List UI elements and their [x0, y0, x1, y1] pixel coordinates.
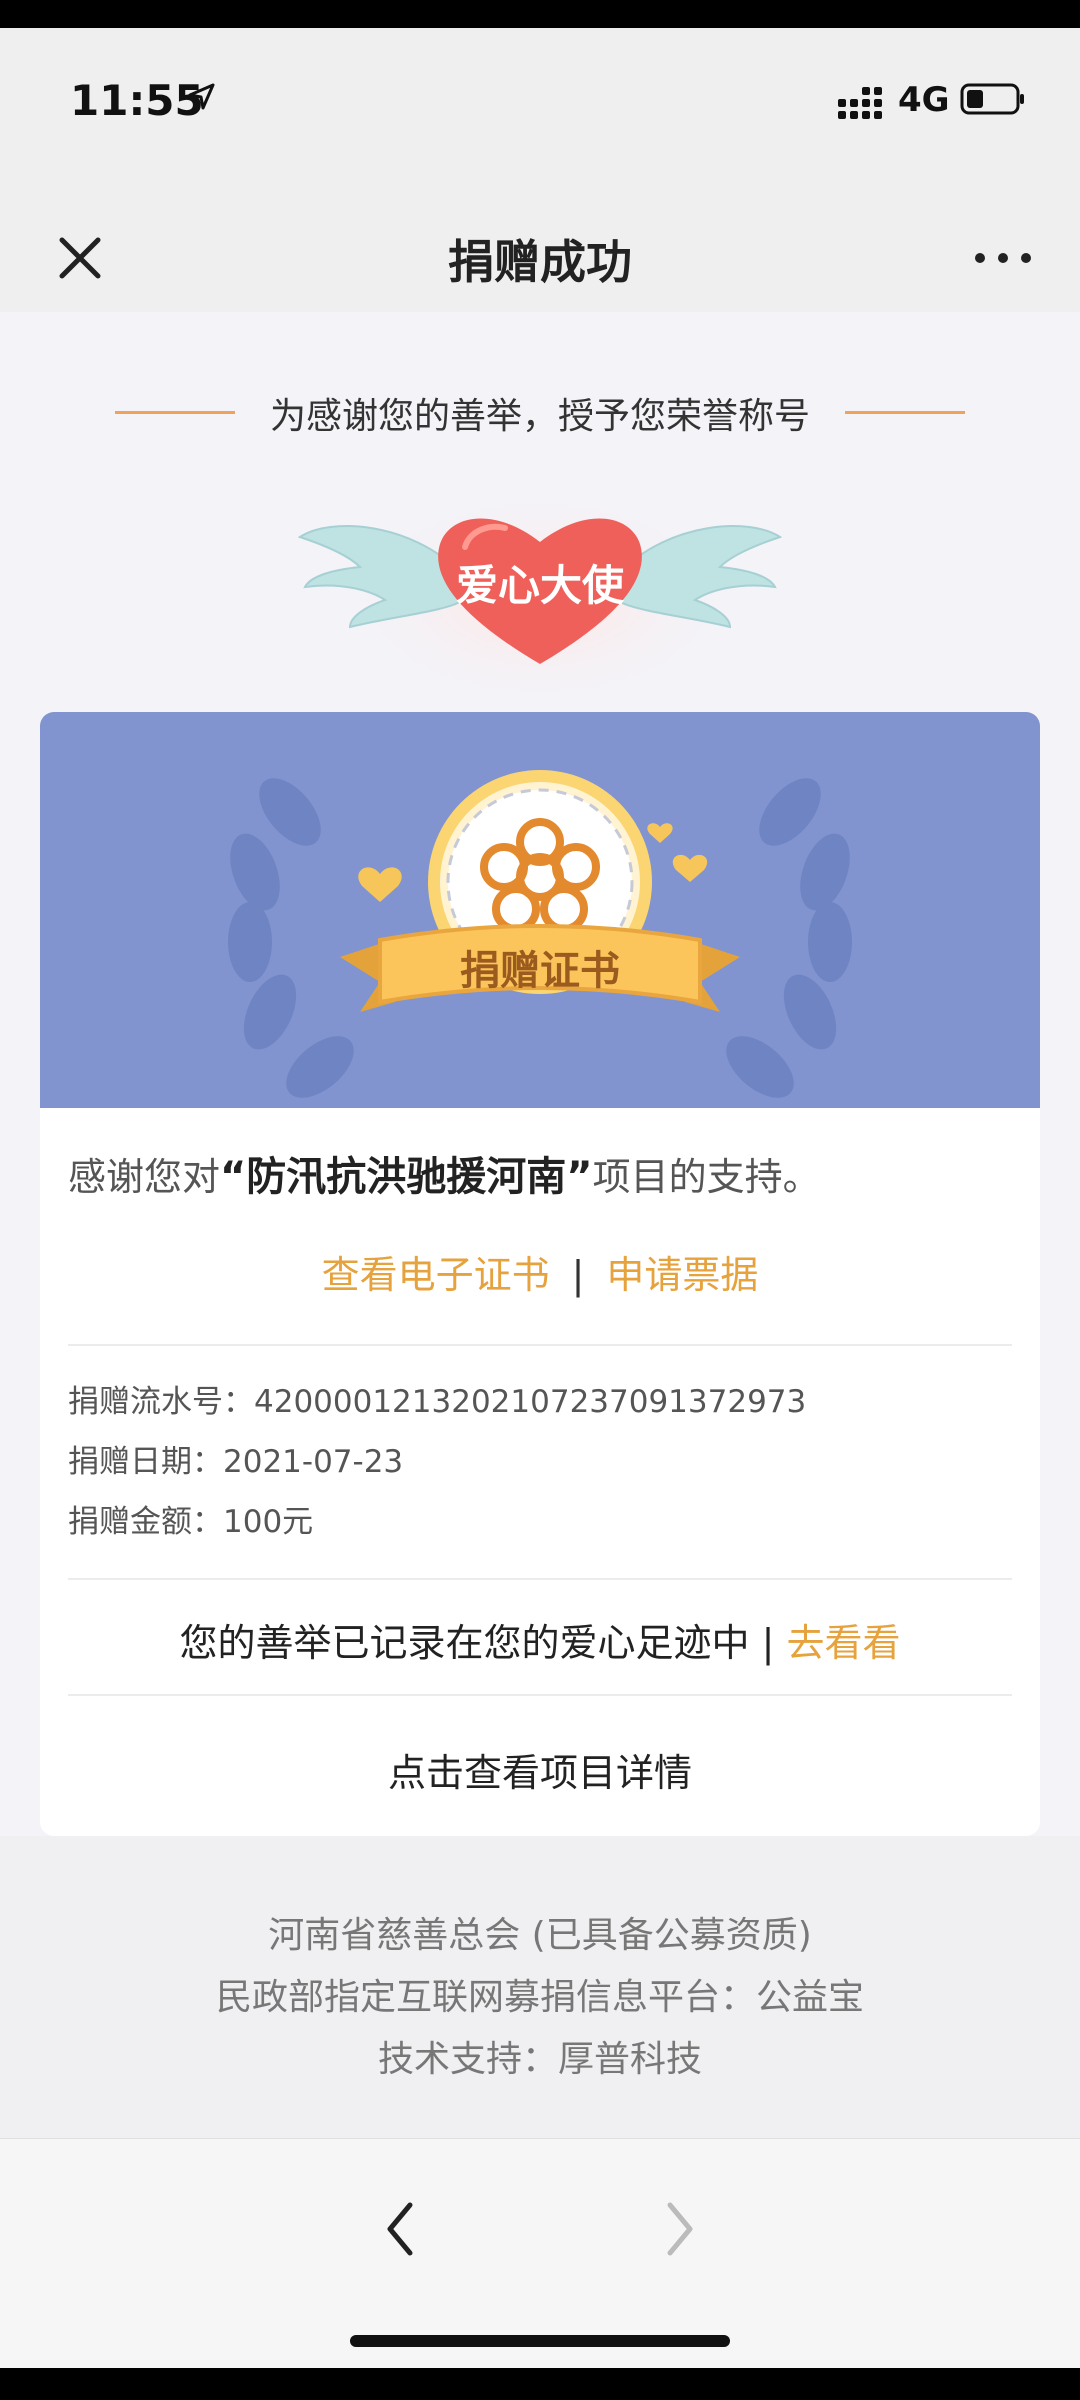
status-time: 11:55	[70, 76, 204, 125]
certificate-ribbon-text: 捐赠证书	[460, 948, 620, 994]
love-ambassador-badge: 爱心大使	[297, 477, 783, 697]
home-indicator	[350, 2335, 730, 2347]
browser-toolbar	[0, 2138, 1080, 2368]
battery-icon	[960, 83, 1024, 115]
donation-card: 捐赠证书 感谢您对“防汛抗洪驰援河南”项目的支持。 查看电子证书 | 申请票据 捐赠…	[40, 712, 1040, 1836]
content-area: 为感谢您的善举，授予您荣誉称号 爱心大使 捐赠证书 感谢您对“防汛抗洪驰援河南”…	[0, 312, 1080, 1836]
signal-icon	[838, 87, 882, 119]
amount-row: 捐赠金额：100元	[68, 1496, 313, 1541]
apply-receipt-link[interactable]: 申请票据	[606, 1253, 758, 1297]
footer-platform: 民政部指定互联网募捐信息平台：公益宝	[215, 1977, 864, 2018]
footer: 河南省慈善总会 (已具备公募资质) 民政部指定互联网募捐信息平台：公益宝 技术支…	[0, 1836, 1080, 2166]
project-name: “防汛抗洪驰援河南”	[220, 1154, 593, 1200]
footprint-separator: |	[761, 1621, 775, 1665]
thanks-suffix: 项目的支持。	[592, 1155, 821, 1199]
thanks-prefix: 感谢您对	[68, 1155, 221, 1199]
footer-tech-support: 技术支持：厚普科技	[377, 2039, 702, 2080]
right-divider	[845, 411, 965, 414]
date-value: 2021-07-23	[223, 1444, 404, 1480]
back-arrow-icon[interactable]	[380, 2199, 420, 2259]
screen: 11:55 4G 捐赠成功 为感谢您的善举，授予您荣誉称号 爱心大使 捐赠证书 …	[0, 28, 1080, 2368]
certificate-banner[interactable]: 捐赠证书	[40, 712, 1040, 1108]
thanks-message: 感谢您对“防汛抗洪驰援河南”项目的支持。	[68, 1144, 821, 1202]
action-links: 查看电子证书 | 申请票据	[40, 1244, 1040, 1299]
badge-title: 爱心大使	[456, 561, 625, 610]
amount-value: 100元	[223, 1504, 314, 1540]
status-bar: 11:55 4G	[0, 28, 1080, 188]
navigation-bar: 捐赠成功	[0, 188, 1080, 312]
go-see-link[interactable]: 去看看	[787, 1621, 901, 1665]
page-title: 捐赠成功	[448, 235, 632, 289]
divider	[68, 1344, 1012, 1346]
more-options-icon[interactable]	[970, 238, 1036, 278]
link-separator: |	[571, 1253, 585, 1297]
serial-label: 捐赠流水号：	[68, 1384, 254, 1420]
certificate-illustration: 捐赠证书	[228, 770, 852, 1098]
honor-heading-row: 为感谢您的善举，授予您荣誉称号	[0, 387, 1080, 437]
network-type: 4G	[898, 80, 950, 120]
footprint-row: 您的善举已记录在您的爱心足迹中 | 去看看	[40, 1612, 1040, 1667]
footprint-text: 您的善举已记录在您的爱心足迹中	[179, 1621, 750, 1665]
divider	[68, 1578, 1012, 1580]
serial-number-row: 捐赠流水号：4200001213202107237091372973	[68, 1376, 806, 1421]
serial-value: 4200001213202107237091372973	[254, 1384, 807, 1420]
project-detail-button[interactable]: 点击查看项目详情	[40, 1742, 1040, 1797]
date-row: 捐赠日期：2021-07-23	[68, 1436, 403, 1481]
view-certificate-link[interactable]: 查看电子证书	[322, 1253, 550, 1297]
date-label: 捐赠日期：	[68, 1444, 223, 1480]
amount-label: 捐赠金额：	[68, 1504, 223, 1540]
forward-arrow-icon[interactable]	[660, 2199, 700, 2259]
location-arrow-icon	[188, 83, 215, 110]
divider	[68, 1694, 1012, 1696]
footer-organization: 河南省慈善总会 (已具备公募资质)	[268, 1915, 812, 1956]
